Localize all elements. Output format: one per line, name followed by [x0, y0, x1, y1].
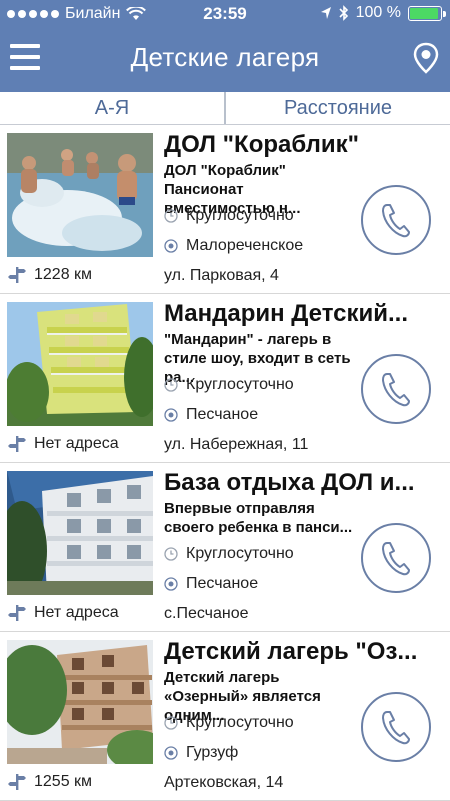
signpost-icon: [8, 267, 26, 283]
clock-icon: [164, 378, 178, 392]
camp-description: Впервые отправляя своего ребенка в панси…: [164, 500, 353, 536]
phone-icon: [382, 711, 410, 745]
status-bar: Билайн 23:59 100 %: [0, 0, 450, 28]
distance-info: Нет адреса: [8, 604, 119, 622]
call-button[interactable]: [361, 185, 431, 255]
address-label: ул. Парковая, 4: [164, 267, 279, 284]
place-info: Малореченское: [164, 237, 303, 255]
tab-alphabetical[interactable]: А-Я: [0, 92, 226, 124]
distance-label: 1228 км: [34, 266, 93, 283]
place-info: Гурзуф: [164, 744, 238, 762]
distance-label: Нет адреса: [34, 604, 119, 621]
signpost-icon: [8, 605, 26, 621]
location-icon: [164, 746, 178, 760]
hours-info: Круглосуточно: [164, 376, 294, 394]
battery-level: [410, 7, 438, 19]
address-label: ул. Набережная, 11: [164, 436, 309, 453]
place-label: Малореченское: [186, 237, 304, 254]
distance-label: 1255 км: [34, 773, 93, 790]
top-bar: Билайн 23:59 100 % Детские лагеря: [0, 0, 450, 92]
hours-info: Круглосуточно: [164, 207, 294, 225]
place-label: Гурзуф: [186, 744, 239, 761]
clock-icon: [164, 716, 178, 730]
distance-info: Нет адреса: [8, 435, 119, 453]
hours-info: Круглосуточно: [164, 714, 294, 732]
location-icon: [164, 239, 178, 253]
camp-photo: [7, 302, 153, 426]
location-icon: [164, 577, 178, 591]
place-info: Песчаное: [164, 575, 258, 593]
address-label: с.Песчаное: [164, 605, 249, 622]
call-button[interactable]: [361, 692, 431, 762]
map-pin-icon: [413, 42, 439, 74]
list-item[interactable]: ДОЛ "Кораблик" ДОЛ "Кораблик" Пансионат …: [0, 125, 450, 294]
place-info: Песчаное: [164, 406, 258, 424]
distance-label: Нет адреса: [34, 435, 119, 452]
distance-info: 1228 км: [8, 266, 92, 284]
list-item[interactable]: Детский лагерь "Оз... Детский лагерь «Оз…: [0, 632, 450, 801]
battery-icon: [408, 5, 446, 21]
phone-icon: [382, 373, 410, 407]
page-title: Детские лагеря: [130, 42, 320, 72]
list-item[interactable]: База отдыха ДОЛ и... Впервые отправляя с…: [0, 463, 450, 632]
camp-title: Детский лагерь "Оз...: [164, 638, 418, 665]
signpost-icon: [8, 774, 26, 790]
place-label: Песчаное: [186, 406, 259, 423]
hours-label: Круглосуточно: [186, 376, 294, 393]
hours-label: Круглосуточно: [186, 545, 294, 562]
location-icon: [164, 408, 178, 422]
nav-bar: Детские лагеря: [0, 28, 450, 92]
battery-percent: 100 %: [355, 4, 401, 21]
sort-segmented-control: А-Я Расстояние: [0, 92, 450, 125]
list-item[interactable]: Мандарин Детский... "Мандарин" - лагерь …: [0, 294, 450, 463]
camp-title: База отдыха ДОЛ и...: [164, 469, 415, 496]
tab-distance[interactable]: Расстояние: [226, 92, 450, 124]
camp-title: Мандарин Детский...: [164, 300, 409, 327]
clock-icon: [164, 209, 178, 223]
camp-photo: [7, 133, 153, 257]
hours-label: Круглосуточно: [186, 207, 294, 224]
call-button[interactable]: [361, 523, 431, 593]
bluetooth-icon: [339, 5, 348, 21]
camp-photo: [7, 640, 153, 764]
hours-label: Круглосуточно: [186, 714, 294, 731]
clock-icon: [164, 547, 178, 561]
map-button[interactable]: [412, 42, 440, 74]
phone-icon: [382, 204, 410, 238]
distance-info: 1255 км: [8, 773, 92, 791]
place-label: Песчаное: [186, 575, 259, 592]
phone-icon: [382, 542, 410, 576]
location-arrow-icon: [320, 7, 331, 19]
call-button[interactable]: [361, 354, 431, 424]
camp-title: ДОЛ "Кораблик": [164, 131, 359, 158]
camp-photo: [7, 471, 153, 595]
signpost-icon: [8, 436, 26, 452]
address-label: Артековская, 14: [164, 774, 284, 791]
hours-info: Круглосуточно: [164, 545, 294, 563]
